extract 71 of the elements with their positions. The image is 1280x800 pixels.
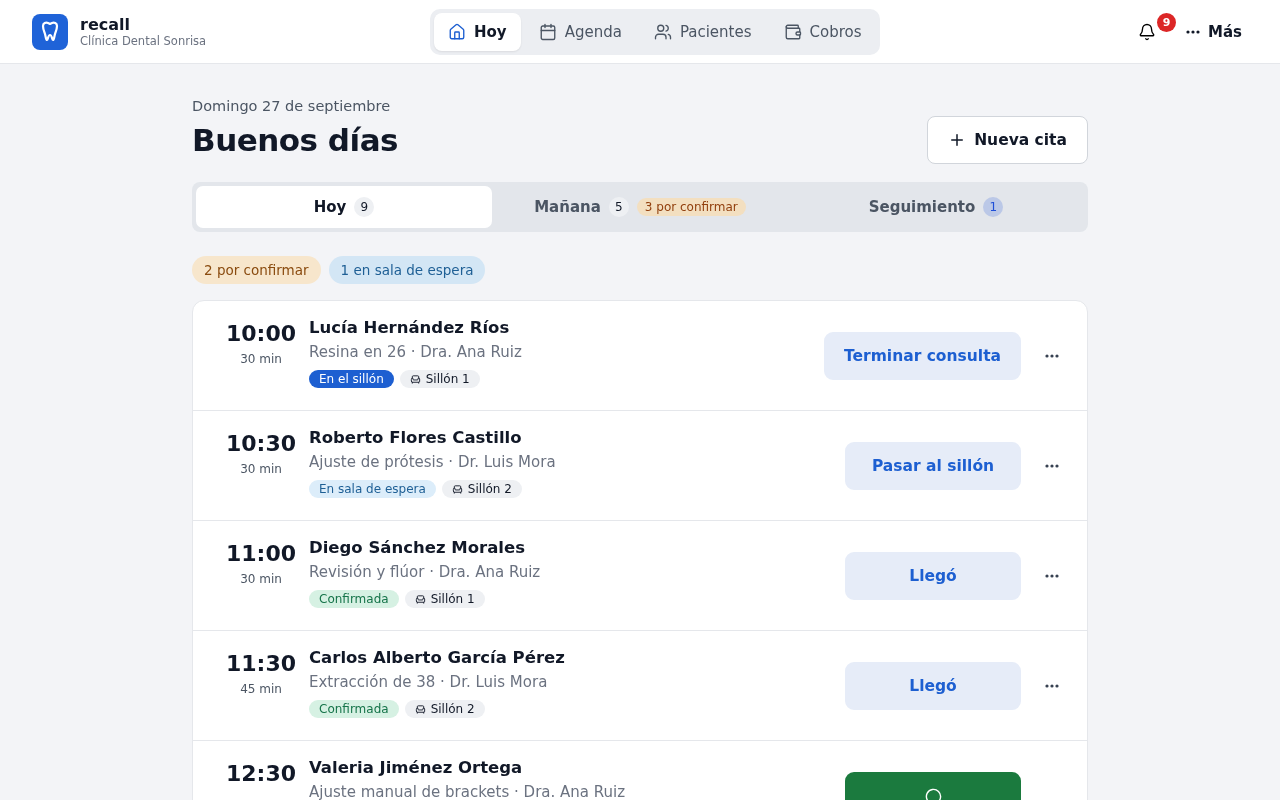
- chair-icon: [451, 483, 463, 495]
- chat-icon: [924, 787, 942, 800]
- appointment-action-button[interactable]: Llegó: [845, 661, 1021, 710]
- nav-tab[interactable]: Cobros: [769, 12, 876, 51]
- chair-tag: Sillón 2: [441, 480, 522, 498]
- appointment-action-button[interactable]: Pasar al sillón: [845, 441, 1021, 490]
- new-appointment-button[interactable]: Nueva cita: [927, 116, 1088, 164]
- patient-name: Carlos Alberto García Pérez: [309, 648, 566, 667]
- tab-count: 9: [354, 197, 375, 217]
- status-badge: En el sillón: [309, 370, 394, 388]
- appointment-duration: 30 min: [240, 352, 282, 366]
- clinic-name: Clínica Dental Sonrisa: [80, 34, 207, 48]
- more-icon: [1045, 353, 1059, 358]
- greeting-heading: Buenos días: [192, 122, 399, 158]
- appointment-detail: Revisión y flúor · Dra. Ana Ruiz: [309, 563, 542, 581]
- nav-tab[interactable]: Pacientes: [639, 12, 766, 51]
- status-badge: Confirmada: [309, 590, 399, 608]
- tab-count: 1: [983, 197, 1004, 217]
- day-tab[interactable]: Hoy 9: [196, 186, 492, 228]
- wallet-icon: [783, 22, 802, 41]
- chair-icon: [414, 593, 426, 605]
- appointment-time: 10:30: [226, 431, 296, 456]
- appointment-time: 12:30: [226, 761, 296, 786]
- tooth-logo-icon: [32, 13, 68, 50]
- more-icon: [1186, 29, 1200, 34]
- status-badge: Confirmada: [309, 700, 399, 718]
- pending-badge: 3 por confirmar: [636, 198, 746, 216]
- chair-tag: Sillón 1: [399, 370, 480, 388]
- notifications-button[interactable]: [1138, 22, 1156, 41]
- appointment-duration: 30 min: [240, 572, 282, 586]
- patient-name: Valeria Jiménez Ortega: [309, 758, 524, 777]
- nav-tab[interactable]: Agenda: [524, 12, 636, 51]
- filter-chip[interactable]: 1 en sala de espera: [328, 256, 486, 284]
- patient-name: Lucía Hernández Ríos: [309, 318, 511, 337]
- appointment-detail: Ajuste de prótesis · Dr. Luis Mora: [309, 453, 557, 471]
- appointment-time: 10:00: [226, 321, 296, 346]
- more-button[interactable]: Más: [1180, 21, 1248, 42]
- appointment-duration: 45 min: [240, 682, 282, 696]
- status-badge: En sala de espera: [309, 480, 436, 498]
- appointment-time: 11:00: [226, 541, 296, 566]
- notification-count: 9: [1157, 12, 1176, 32]
- calendar-icon: [538, 22, 557, 41]
- appointment-detail: Ajuste manual de brackets · Dra. Ana Ruiz: [309, 783, 627, 800]
- filter-chip[interactable]: 2 por confirmar: [192, 256, 321, 284]
- home-icon: [448, 22, 466, 41]
- bell-icon: [1138, 22, 1156, 41]
- tab-label: Mañana: [534, 198, 601, 216]
- appointment-time: 11:30: [226, 651, 296, 676]
- patient-name: Roberto Flores Castillo: [309, 428, 523, 447]
- more-icon: [1045, 573, 1059, 578]
- appointment-action-button[interactable]: Llegó: [845, 551, 1021, 600]
- tab-count: 5: [608, 197, 629, 217]
- nav-tab[interactable]: Hoy: [434, 12, 521, 51]
- more-icon: [1045, 463, 1059, 468]
- more-icon: [1045, 683, 1059, 688]
- tab-label: Hoy: [313, 198, 347, 216]
- tab-label: Seguimiento: [868, 198, 976, 216]
- brand-name: recall: [80, 15, 131, 34]
- appointment-detail: Extracción de 38 · Dr. Luis Mora: [309, 673, 549, 691]
- day-tab[interactable]: Seguimiento 1: [788, 186, 1084, 228]
- chair-icon: [409, 373, 421, 385]
- date-text: Domingo 27 de septiembre: [192, 98, 392, 114]
- appointment-action-button[interactable]: Terminar consulta: [824, 331, 1021, 380]
- patient-name: Diego Sánchez Morales: [309, 538, 526, 557]
- appointment-duration: 30 min: [240, 462, 282, 476]
- appointment-detail: Resina en 26 · Dra. Ana Ruiz: [309, 343, 523, 361]
- chair-icon: [414, 703, 426, 715]
- chair-tag: Sillón 2: [404, 700, 485, 718]
- chair-tag: Sillón 1: [404, 590, 485, 608]
- people-icon: [653, 22, 672, 41]
- day-tab[interactable]: Mañana 5 3 por confirmar: [492, 186, 788, 228]
